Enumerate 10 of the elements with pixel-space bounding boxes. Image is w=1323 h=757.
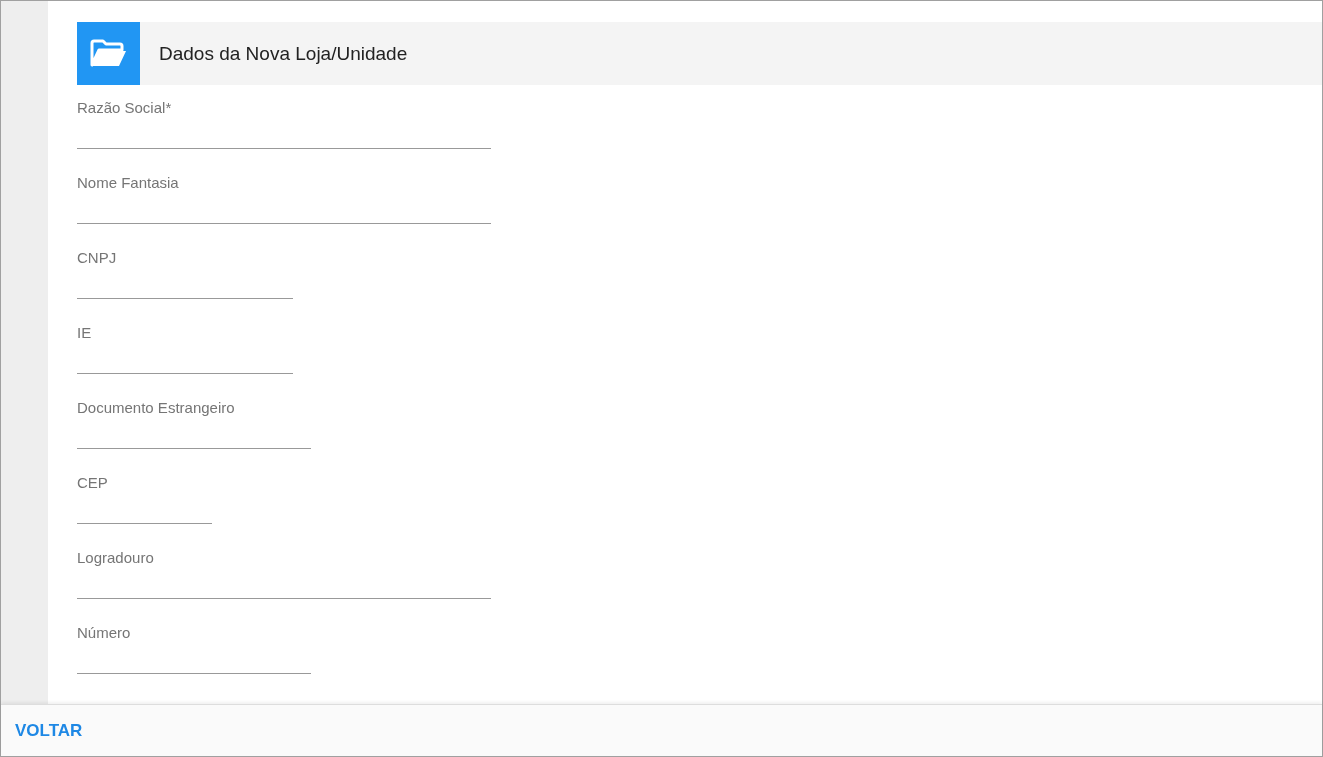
field-label: Razão Social* (77, 98, 173, 118)
field-label: IE (77, 323, 93, 343)
back-button[interactable]: VOLTAR (7, 716, 91, 745)
field-label: Documento Estrangeiro (77, 398, 236, 418)
field-label: Logradouro (77, 548, 155, 568)
field-label: CNPJ (77, 248, 118, 268)
field-label: CEP (77, 473, 109, 493)
field-label: Nome Fantasia (77, 173, 180, 193)
section-title: Dados da Nova Loja/Unidade (159, 42, 408, 65)
field-label: Número (77, 623, 132, 643)
